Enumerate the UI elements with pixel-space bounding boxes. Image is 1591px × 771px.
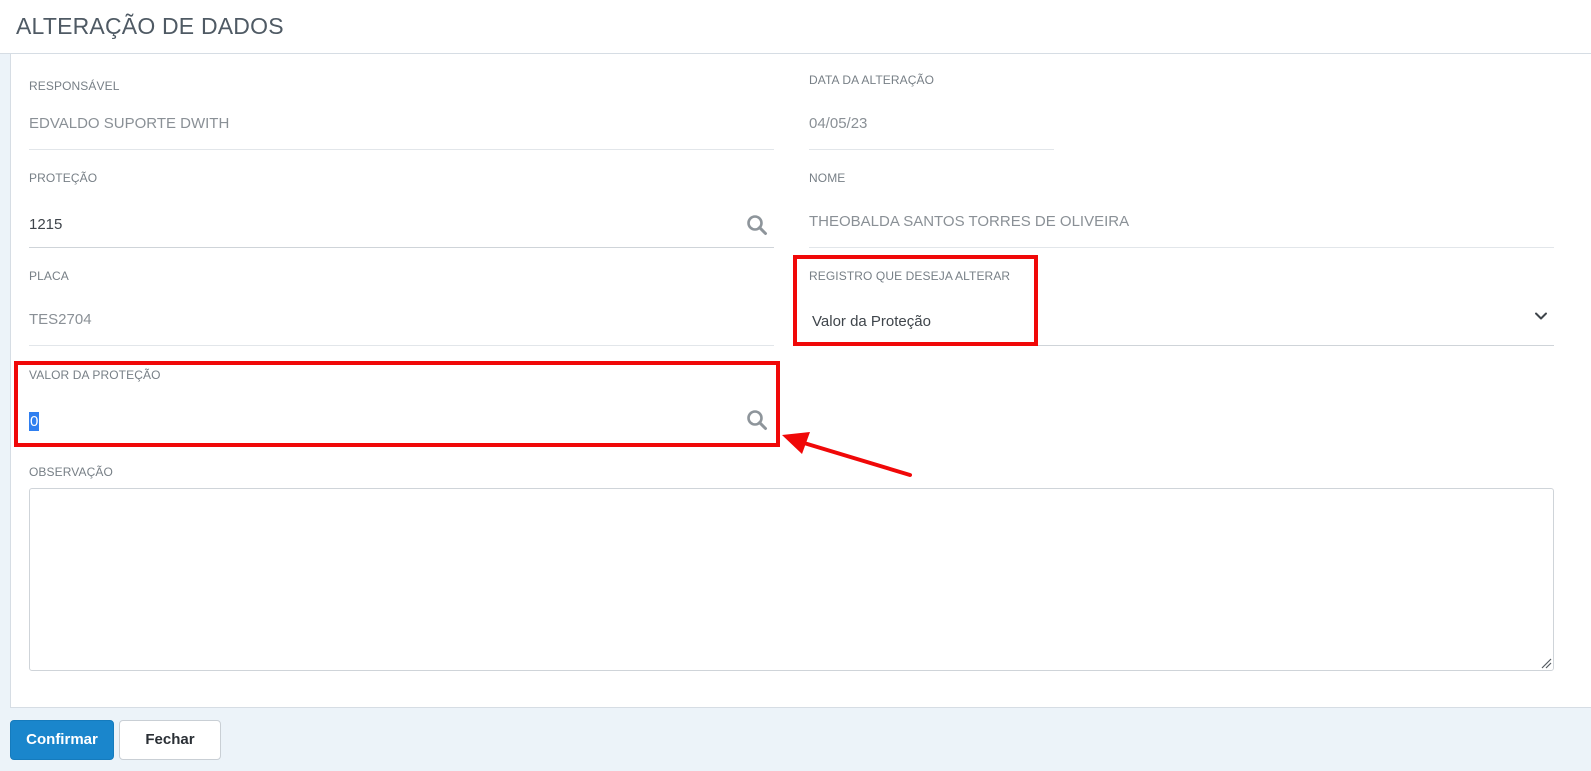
protecao-underline: [29, 247, 774, 248]
form-panel: RESPONSÁVEL EDVALDO SUPORTE DWITH DATA D…: [10, 54, 1591, 708]
placa-underline: [29, 345, 774, 346]
search-icon[interactable]: [746, 409, 768, 431]
close-button[interactable]: Fechar: [119, 720, 221, 760]
registro-label: REGISTRO QUE DESEJA ALTERAR: [809, 269, 1011, 283]
observacao-label: OBSERVAÇÃO: [29, 465, 113, 479]
page-title: ALTERAÇÃO DE DADOS: [16, 13, 284, 39]
protecao-label: PROTEÇÃO: [29, 171, 98, 185]
data-alteracao-underline: [809, 149, 1054, 150]
registro-underline: [809, 345, 1554, 346]
resize-grip-icon[interactable]: [1540, 657, 1552, 669]
responsavel-label: RESPONSÁVEL: [29, 79, 120, 93]
chevron-down-icon[interactable]: [1533, 308, 1549, 324]
observacao-textarea[interactable]: [29, 488, 1554, 671]
nome-label: NOME: [809, 171, 846, 185]
protecao-input[interactable]: 1215: [29, 216, 62, 233]
data-alteracao-value: 04/05/23: [809, 115, 868, 132]
search-icon[interactable]: [746, 214, 768, 236]
annotation-arrow-icon: [782, 432, 912, 477]
nome-underline: [809, 247, 1554, 248]
modal-header: ALTERAÇÃO DE DADOS: [0, 0, 1591, 54]
valor-protecao-label: VALOR DA PROTEÇÃO: [29, 368, 161, 382]
valor-protecao-input[interactable]: 0: [29, 412, 40, 431]
confirm-button[interactable]: Confirmar: [10, 720, 114, 760]
data-alteracao-label: DATA DA ALTERAÇÃO: [809, 73, 935, 87]
placa-label: PLACA: [29, 269, 69, 283]
nome-value: THEOBALDA SANTOS TORRES DE OLIVEIRA: [809, 213, 1130, 230]
page: ALTERAÇÃO DE DADOS RESPONSÁVEL EDVALDO S…: [0, 0, 1591, 771]
registro-select[interactable]: Valor da Proteção: [812, 313, 931, 330]
placa-value: TES2704: [29, 311, 92, 328]
responsavel-underline: [29, 149, 774, 150]
responsavel-value: EDVALDO SUPORTE DWITH: [29, 115, 230, 132]
valor-protecao-underline: [29, 443, 774, 444]
